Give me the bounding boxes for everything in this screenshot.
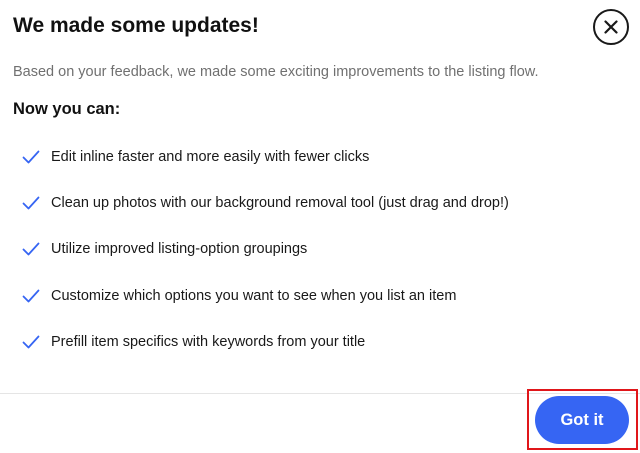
feature-item: Utilize improved listing-option grouping…: [22, 239, 307, 259]
close-icon: [604, 20, 618, 34]
check-icon: [22, 335, 40, 349]
dialog-title: We made some updates!: [13, 14, 259, 37]
check-icon: [22, 196, 40, 210]
check-icon: [22, 150, 40, 164]
section-heading: Now you can:: [13, 100, 121, 118]
feature-text: Edit inline faster and more easily with …: [51, 149, 370, 165]
feature-text: Prefill item specifics with keywords fro…: [51, 334, 366, 350]
feature-text: Utilize improved listing-option grouping…: [51, 241, 308, 257]
feature-item: Prefill item specifics with keywords fro…: [22, 332, 365, 352]
check-icon: [22, 242, 40, 256]
updates-dialog: We made some updates! Based on your feed…: [0, 0, 640, 453]
feature-text: Customize which options you want to see …: [51, 288, 457, 304]
dialog-subtitle: Based on your feedback, we made some exc…: [13, 64, 539, 80]
got-it-button[interactable]: Got it: [535, 396, 629, 444]
close-button[interactable]: [593, 9, 629, 45]
feature-item: Edit inline faster and more easily with …: [22, 147, 369, 167]
check-icon: [22, 289, 40, 303]
feature-item: Customize which options you want to see …: [22, 286, 456, 306]
feature-item: Clean up photos with our background remo…: [22, 193, 509, 213]
feature-text: Clean up photos with our background remo…: [51, 195, 509, 211]
